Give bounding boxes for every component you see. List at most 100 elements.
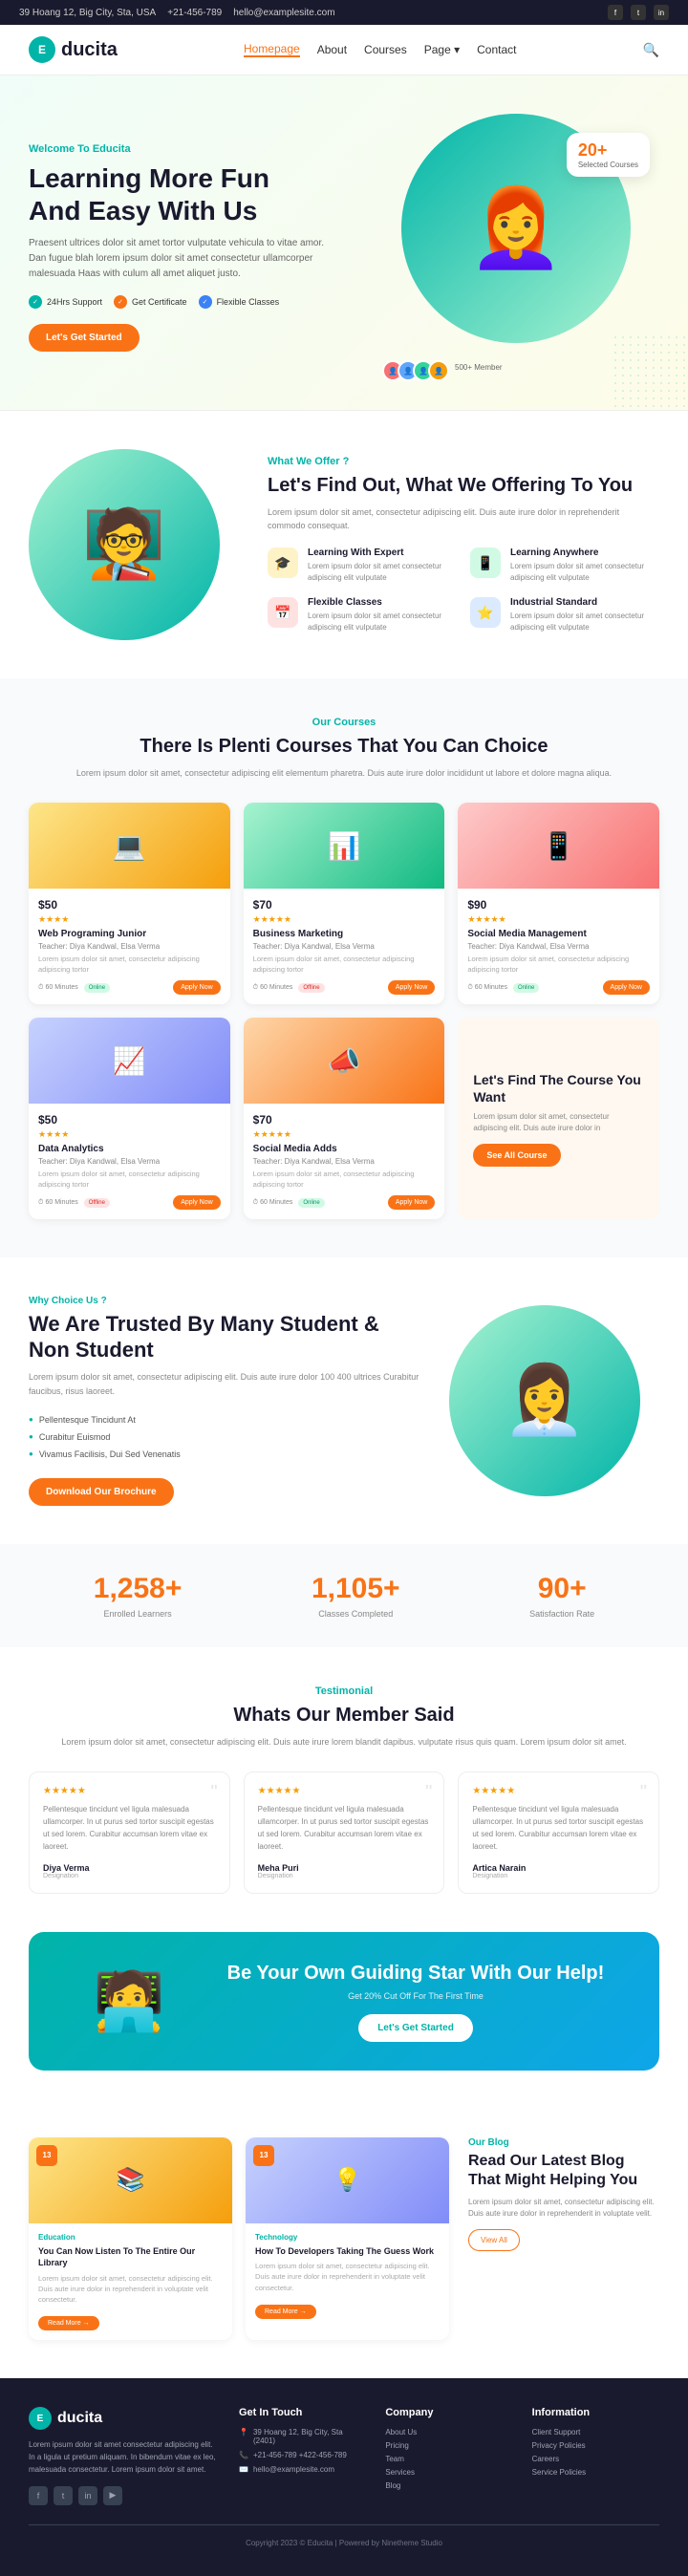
apply-button-4[interactable]: Apply Now [173, 1195, 220, 1210]
course-image-4: 📈 [29, 1018, 230, 1104]
see-all-courses-button[interactable]: See All Course [473, 1144, 560, 1167]
download-brochure-button[interactable]: Download Our Brochure [29, 1478, 174, 1506]
hero-description: Praesent ultrices dolor sit amet tortor … [29, 236, 334, 282]
footer-blog-link[interactable]: Blog [385, 2481, 512, 2490]
footer-grid: E ducita Lorem ipsum dolor sit amet cons… [29, 2407, 659, 2504]
blog-title-1: You Can Now Listen To The Entire Our Lib… [38, 2245, 223, 2269]
read-more-button-1[interactable]: Read More → [38, 2316, 99, 2330]
footer-careers-link[interactable]: Careers [532, 2455, 659, 2463]
logo-icon: E [29, 36, 55, 63]
cta-button[interactable]: Let's Get Started [358, 2014, 473, 2042]
hero-cta-button[interactable]: Let's Get Started [29, 324, 140, 352]
hero-person-emoji: 👩‍🦰 [468, 183, 564, 273]
course-desc-1: Lorem ipsum dolor sit amet, consectetur … [38, 955, 221, 975]
footer-twitter-icon[interactable]: t [54, 2486, 73, 2505]
blog-title-2: How To Developers Taking The Guess Work [255, 2245, 440, 2258]
twitter-icon[interactable]: t [631, 5, 646, 20]
topbar: 39 Hoang 12, Big City, Sta, USA +21-456-… [0, 0, 688, 25]
nav-contact[interactable]: Contact [477, 43, 516, 56]
course-desc-2: Lorem ipsum dolor sit amet, consectetur … [253, 955, 436, 975]
footer-logo-icon: E [29, 2407, 52, 2430]
topbar-email: hello@examplesite.com [233, 8, 334, 18]
logo[interactable]: E ducita [29, 36, 118, 63]
cta-banner: 🧑‍💻 Be Your Own Guiding Star With Our He… [29, 1932, 659, 2071]
apply-button-5[interactable]: Apply Now [388, 1195, 435, 1210]
course-stars-1: ★★★★ [38, 914, 221, 925]
nav-about[interactable]: About [317, 43, 347, 56]
courses-header: Our Courses There Is Plenti Courses That… [29, 717, 659, 780]
offer-content: What We Offer ? Let's Find Out, What We … [268, 456, 659, 634]
course-title-4: Data Analytics [38, 1144, 221, 1154]
offer-icon-1: 🎓 [268, 547, 298, 578]
course-title-3: Social Media Management [467, 929, 650, 939]
testimonial-card-1: " ★★★★★ Pellentesque tincidunt vel ligul… [29, 1771, 230, 1893]
course-meta-4: ⏱ 60 Minutes Offline Apply Now [38, 1195, 221, 1210]
why-content: Why Choice Us ? We Are Trusted By Many S… [29, 1296, 420, 1506]
blog-image-1: 📚 13 [29, 2137, 232, 2223]
course-card-2: 📊 $70 ★★★★★ Business Marketing Teacher: … [244, 803, 445, 1004]
footer-youtube-icon[interactable]: ▶ [103, 2486, 122, 2505]
course-image-2: 📊 [244, 803, 445, 889]
offer-item-2: 📱 Learning Anywhere Lorem ipsum dolor si… [470, 547, 659, 584]
footer-about-desc: Lorem ipsum dolor sit amet consectetur a… [29, 2439, 220, 2476]
courses-row-2: 📈 $50 ★★★★ Data Analytics Teacher: Diya … [29, 1018, 659, 1219]
badge-flexible: ✓ Flexible Classes [199, 295, 280, 309]
footer-facebook-icon[interactable]: f [29, 2486, 48, 2505]
footer-about-col: E ducita Lorem ipsum dolor sit amet cons… [29, 2407, 220, 2504]
dot-pattern-decoration [612, 333, 688, 410]
navbar: E ducita Homepage About Courses Page ▾ C… [0, 25, 688, 75]
course-meta-3: ⏱ 60 Minutes Online Apply Now [467, 980, 650, 995]
blog-section: 📚 13 Education You Can Now Listen To The… [0, 2137, 688, 2379]
blog-date-2: 13 [253, 2145, 274, 2166]
blog-desc-1: Lorem ipsum dolor sit amet, consectetur … [38, 2273, 223, 2306]
facebook-icon[interactable]: f [608, 5, 623, 20]
offer-item-4: ⭐ Industrial Standard Lorem ipsum dolor … [470, 597, 659, 633]
course-meta-info-1: ⏱ 60 Minutes Online [38, 983, 110, 993]
nav-courses[interactable]: Courses [364, 43, 407, 56]
apply-button-3[interactable]: Apply Now [603, 980, 650, 995]
cta-title: Be Your Own Guiding Star With Our Help! [201, 1961, 631, 1986]
footer-logo: E ducita [29, 2407, 220, 2430]
footer-team-link[interactable]: Team [385, 2455, 512, 2463]
quote-icon-1: " [211, 1782, 218, 1804]
nav-homepage[interactable]: Homepage [244, 42, 300, 57]
stat-satisfaction-number: 90+ [529, 1573, 594, 1605]
stat-classes: 1,105+ Classes Completed [312, 1573, 400, 1619]
topbar-left: 39 Hoang 12, Big City, Sta, USA +21-456-… [19, 8, 335, 18]
footer-linkedin-icon[interactable]: in [78, 2486, 97, 2505]
find-course-title: Let's Find The Course You Want [473, 1071, 644, 1106]
blog-right-title: Read Our Latest Blog That Might Helping … [468, 2152, 659, 2192]
blog-category-2: Technology [255, 2233, 440, 2242]
apply-button-2[interactable]: Apply Now [388, 980, 435, 995]
why-subtitle: Why Choice Us ? [29, 1296, 420, 1306]
footer-service-policies-link[interactable]: Service Policies [532, 2468, 659, 2477]
footer-services-link[interactable]: Services [385, 2468, 512, 2477]
offer-item-1: 🎓 Learning With Expert Lorem ipsum dolor… [268, 547, 457, 584]
test-stars-1: ★★★★★ [43, 1786, 216, 1796]
why-list-item-3: Vivamus Facilisis, Dui Sed Venenatis [29, 1446, 420, 1463]
blog-body-1: Education You Can Now Listen To The Enti… [29, 2223, 232, 2341]
course-mode-2: Offline [298, 983, 324, 993]
avatar-4: 👤 [428, 360, 449, 381]
footer-privacy-link[interactable]: Privacy Policies [532, 2441, 659, 2450]
hero-content: Welcome To Educita Learning More Fun And… [29, 143, 334, 352]
nav-page[interactable]: Page ▾ [424, 43, 460, 56]
offer-person-emoji: 🧑‍🏫 [82, 505, 165, 584]
footer: E ducita Lorem ipsum dolor sit amet cons… [0, 2378, 688, 2575]
linkedin-icon[interactable]: in [654, 5, 669, 20]
stat-satisfaction: 90+ Satisfaction Rate [529, 1573, 594, 1619]
apply-button-1[interactable]: Apply Now [173, 980, 220, 995]
footer-client-support-link[interactable]: Client Support [532, 2428, 659, 2436]
footer-pricing-link[interactable]: Pricing [385, 2441, 512, 2450]
why-list-item-2: Curabitur Euismod [29, 1428, 420, 1446]
topbar-social-links: f t in [608, 5, 669, 20]
test-author-3: Artica Narain [472, 1863, 645, 1873]
course-meta-2: ⏱ 60 Minutes Offline Apply Now [253, 980, 436, 995]
blog-subtitle: Our Blog [468, 2137, 659, 2148]
read-more-button-2[interactable]: Read More → [255, 2305, 316, 2319]
view-all-button[interactable]: View All [468, 2229, 520, 2251]
footer-company-col: Company About Us Pricing Team Services B… [385, 2407, 512, 2504]
search-icon[interactable]: 🔍 [643, 42, 659, 58]
test-stars-3: ★★★★★ [472, 1786, 645, 1796]
footer-about-link[interactable]: About Us [385, 2428, 512, 2436]
